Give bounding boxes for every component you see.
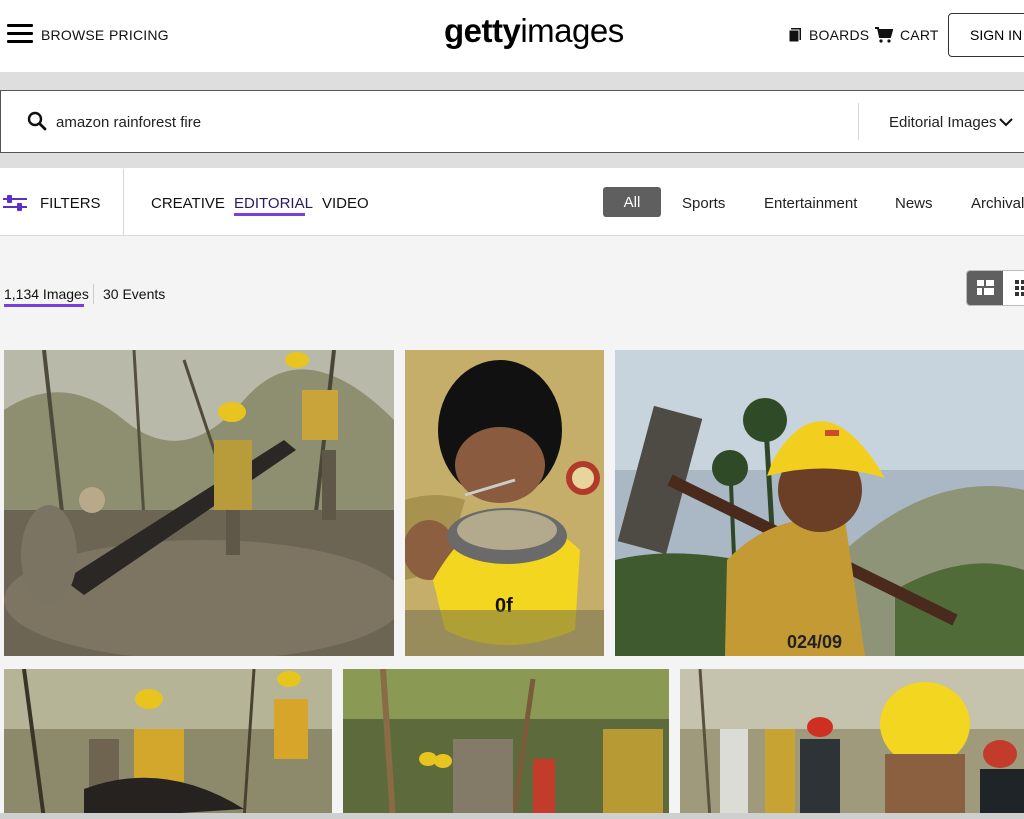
- category-sports[interactable]: Sports: [682, 195, 725, 212]
- vest-number-text: 024/09: [787, 632, 842, 652]
- search-icon[interactable]: [27, 111, 47, 131]
- sign-in-button[interactable]: SIGN IN: [948, 13, 1024, 57]
- category-entertainment[interactable]: Entertainment: [764, 195, 857, 212]
- tab-editorial[interactable]: EDITORIAL: [234, 195, 313, 212]
- browse-link[interactable]: BROWSE: [41, 27, 104, 43]
- result-image-2[interactable]: 0f: [405, 350, 604, 656]
- result-image-3[interactable]: 024/09: [615, 350, 1024, 656]
- events-count-tab[interactable]: 30 Events: [103, 286, 165, 302]
- mosaic-view-button[interactable]: [967, 271, 1003, 305]
- photo-crew-moving-log: [4, 669, 332, 819]
- filters-sliders-icon[interactable]: [3, 194, 27, 212]
- logo-text-images: images: [520, 12, 624, 49]
- filters-button[interactable]: FILTERS: [40, 195, 101, 212]
- search-divider: [858, 103, 859, 140]
- active-tab-underline: [234, 213, 305, 216]
- mosaic-view-icon: [977, 280, 994, 295]
- photo-firefighter-with-tool: 024/09: [615, 350, 1024, 656]
- menu-icon[interactable]: [7, 24, 33, 44]
- result-image-5[interactable]: [343, 669, 669, 819]
- pricing-link[interactable]: PRICING: [109, 27, 169, 43]
- category-all-chip[interactable]: All: [603, 187, 661, 217]
- grid-view-button[interactable]: [1003, 271, 1024, 305]
- result-image-1[interactable]: [4, 350, 394, 656]
- photo-crew-in-forest: [343, 669, 669, 819]
- search-input[interactable]: [56, 110, 756, 134]
- images-count-underline: [4, 304, 84, 307]
- category-news[interactable]: News: [895, 195, 933, 212]
- bottom-scroll-edge: [0, 813, 1024, 819]
- photo-firefighter-eating-from-helmet: 0f: [405, 350, 604, 656]
- getty-images-logo[interactable]: gettyimages: [444, 12, 624, 50]
- cart-icon[interactable]: [875, 27, 893, 43]
- photo-soldiers-dragging-log: [4, 350, 394, 656]
- boards-icon[interactable]: [789, 28, 801, 42]
- filter-divider: [123, 169, 124, 235]
- result-image-6[interactable]: [680, 669, 1024, 819]
- category-archival[interactable]: Archival: [971, 195, 1024, 212]
- chevron-down-icon[interactable]: [999, 117, 1013, 127]
- logo-text-getty: getty: [444, 12, 521, 49]
- count-separator: [93, 284, 94, 304]
- grid-view-icon: [1015, 280, 1024, 296]
- search-type-dropdown[interactable]: Editorial Images: [889, 114, 997, 131]
- boards-link[interactable]: BOARDS: [809, 27, 869, 43]
- cart-link[interactable]: CART: [900, 27, 939, 43]
- photo-firefighters-group: [680, 669, 1024, 819]
- result-image-4[interactable]: [4, 669, 332, 819]
- tab-video[interactable]: VIDEO: [322, 195, 369, 212]
- view-toggle: [966, 270, 1024, 306]
- images-count-tab[interactable]: 1,134 Images: [4, 286, 89, 302]
- tab-creative[interactable]: CREATIVE: [151, 195, 225, 212]
